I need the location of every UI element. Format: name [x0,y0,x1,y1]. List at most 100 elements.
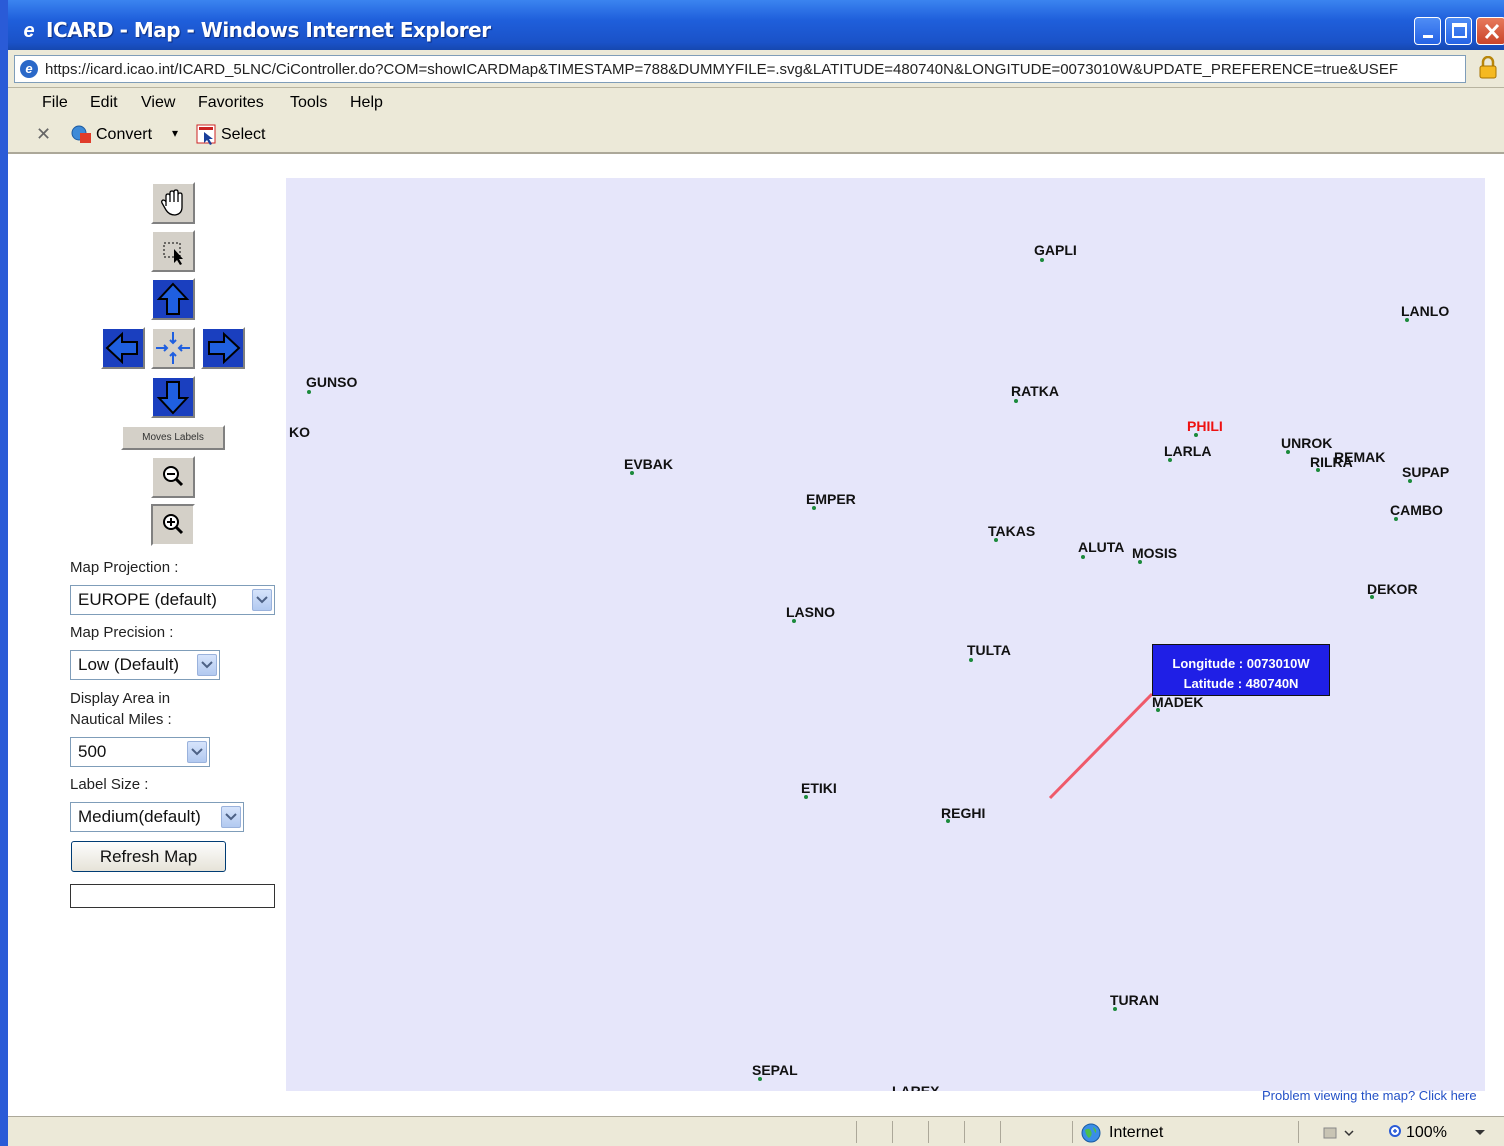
map-canvas[interactable]: GAPLI LANLO GUNSO RATKA KO PHILI LARLA U… [286,178,1485,1091]
waypoint-label[interactable]: REGHI [941,805,985,821]
select-box-icon [163,242,183,265]
waypoint-label[interactable]: GAPLI [1034,242,1077,258]
waypoint-label[interactable]: SUPAP [1402,464,1449,480]
menu-bar: File Edit View Favorites Tools Help [8,88,1504,118]
center-icon [156,332,190,364]
convert-icon[interactable] [70,123,92,145]
waypoint-label[interactable]: UNROK [1281,435,1332,451]
title-bar: e ICARD - Map - Windows Internet Explore… [8,0,1504,50]
security-zone-label[interactable]: Internet [1109,1124,1163,1142]
waypoint-label[interactable]: RATKA [1011,383,1059,399]
maximize-button[interactable] [1445,17,1472,45]
status-divider [1072,1121,1073,1143]
zoom-out-button[interactable] [151,456,195,498]
waypoint-label[interactable]: TULTA [967,642,1011,658]
waypoint-label[interactable]: SEPAL [752,1062,798,1078]
coordinate-tooltip: Longitude : 0073010W Latitude : 480740N [1152,644,1330,696]
waypoint-label[interactable]: LARLA [1164,443,1211,459]
select-icon[interactable] [196,123,218,145]
address-url[interactable]: https://icard.icao.int/ICARD_5LNC/CiCont… [45,61,1460,78]
waypoint-label[interactable]: LASNO [786,604,835,620]
zoom-level[interactable]: 100% [1406,1124,1447,1142]
center-button[interactable] [151,327,195,369]
label-size-select[interactable]: Medium(default) [70,802,244,832]
waypoint-label[interactable]: CAMBO [1390,502,1443,518]
pan-up-button[interactable] [151,278,195,320]
pan-down-button[interactable] [151,376,195,418]
address-bar: e https://icard.icao.int/ICARD_5LNC/CiCo… [8,50,1504,88]
pan-hand-button[interactable] [151,182,195,224]
waypoint-label[interactable]: TURAN [1110,992,1159,1008]
menu-tools[interactable]: Tools [290,94,327,112]
menu-file[interactable]: File [42,94,68,112]
menu-edit[interactable]: Edit [90,94,118,112]
page-content: Moves Labels Map Projection : EUROPE (de… [8,154,1504,1116]
problem-viewing-map-link[interactable]: Problem viewing the map? Click here [1262,1088,1477,1103]
page-icon: e [20,60,38,78]
menu-favorites[interactable]: Favorites [198,94,264,112]
chevron-down-icon [252,589,272,611]
zoom-box-button[interactable] [151,230,195,272]
status-divider [892,1121,893,1143]
map-projection-select[interactable]: EUROPE (default) [70,585,275,615]
convert-dropdown-icon[interactable]: ▾ [172,126,178,140]
waypoint-label[interactable]: EMPER [806,491,856,507]
menu-help[interactable]: Help [350,94,383,112]
waypoint-label[interactable]: DEKOR [1367,581,1418,597]
waypoint-marker [1014,399,1018,403]
highlighted-waypoint-label[interactable]: PHILI [1187,418,1223,434]
label-size-value: Medium(default) [78,807,201,826]
waypoint-label[interactable]: ETIKI [801,780,837,796]
label-size-label: Label Size : [70,776,149,793]
waypoint-marker [969,658,973,662]
waypoint-label[interactable]: EVBAK [624,456,673,472]
maximize-icon [1452,23,1467,38]
refresh-map-button[interactable]: Refresh Map [71,841,226,872]
waypoint-label[interactable]: LANLO [1401,303,1449,319]
close-icon [1484,23,1500,40]
arrow-down-icon [156,381,190,415]
arrow-up-icon [156,282,190,315]
status-divider [964,1121,965,1143]
display-area-value: 500 [78,742,107,761]
zoom-dropdown-icon[interactable] [1474,1129,1486,1137]
arrow-right-icon [208,331,241,365]
waypoint-label[interactable]: GUNSO [306,374,357,390]
zoom-in-button[interactable] [151,504,195,546]
display-area-label-line1: Display Area in [70,690,171,707]
toolbar-close-button[interactable]: ✕ [36,124,51,145]
waypoint-label[interactable]: MADEK [1152,694,1203,710]
waypoint-label[interactable]: ALUTA [1078,539,1124,555]
minimize-icon [1423,35,1433,38]
display-area-select[interactable]: 500 [70,737,210,767]
convert-button[interactable]: Convert [96,126,152,144]
address-field[interactable]: e https://icard.icao.int/ICARD_5LNC/CiCo… [14,55,1466,83]
waypoint-label[interactable]: MOSIS [1132,545,1177,561]
status-field[interactable] [70,884,275,908]
waypoint-label[interactable]: KO [289,424,310,440]
hand-icon [161,189,183,216]
arrow-left-icon [105,331,138,365]
map-precision-label: Map Precision : [70,624,174,641]
status-divider [1000,1121,1001,1143]
pan-left-button[interactable] [101,327,145,369]
lock-icon[interactable] [1478,56,1498,80]
select-button[interactable]: Select [221,126,265,144]
protected-mode-icon[interactable] [1323,1125,1355,1141]
map-projection-value: EUROPE (default) [78,590,217,609]
minimize-button[interactable] [1414,17,1441,45]
waypoint-label[interactable]: REMAK [1334,449,1385,465]
map-precision-select[interactable]: Low (Default) [70,650,220,680]
status-divider [1298,1121,1299,1143]
pan-right-button[interactable] [201,327,245,369]
map-precision-value: Low (Default) [78,655,180,674]
globe-icon [1081,1123,1101,1143]
waypoint-marker [1040,258,1044,262]
menu-view[interactable]: View [141,94,175,112]
zoom-out-icon [163,466,184,487]
waypoint-label[interactable]: TAKAS [988,523,1035,539]
zoom-in-icon [163,514,184,535]
close-window-button[interactable] [1476,17,1504,45]
moves-labels-button[interactable]: Moves Labels [121,425,225,450]
waypoint-label[interactable]: LAREX [892,1083,939,1091]
